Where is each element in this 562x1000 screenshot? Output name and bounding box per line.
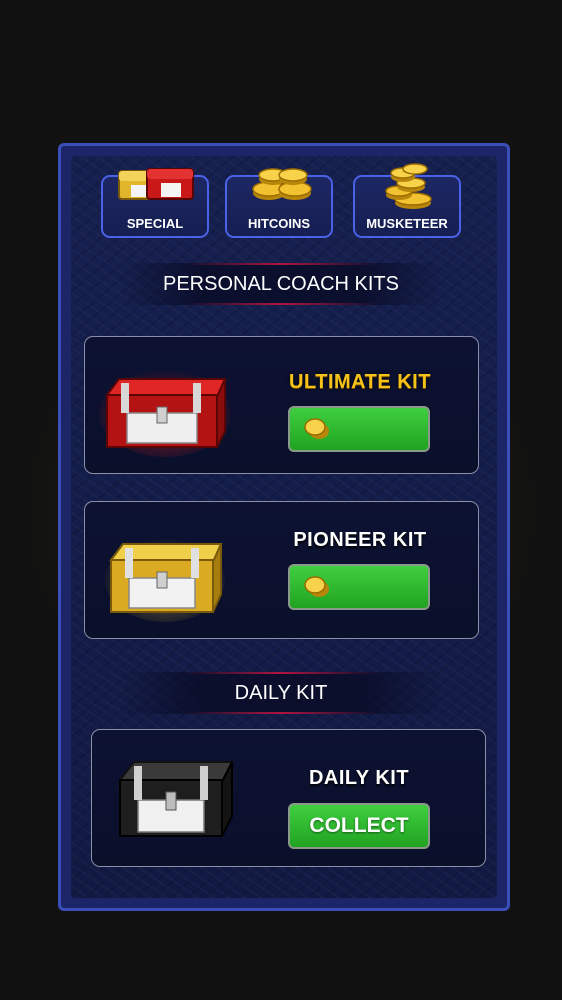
- tab-musketeer[interactable]: MUSKETEER: [353, 163, 461, 238]
- kit-name: ULTIMATE KIT: [289, 371, 431, 393]
- red-chest-icon: [99, 365, 231, 457]
- chests-icon: [117, 163, 197, 207]
- tab-label: SPECIAL: [126, 216, 184, 231]
- tab-label: MUSKETEER: [366, 216, 448, 231]
- collect-button[interactable]: COLLECT: [288, 803, 430, 849]
- silver-chest-icon: [114, 750, 236, 846]
- coin-stack-icon: [385, 161, 435, 209]
- kit-name: PIONEER KIT: [293, 529, 427, 551]
- tab-special[interactable]: SPECIAL: [101, 168, 209, 238]
- tab-hitcoins[interactable]: HITCOINS: [225, 168, 333, 238]
- kit-card-pioneer: PIONEER KIT: [84, 501, 479, 639]
- buy-pioneer-kit-button[interactable]: [288, 564, 430, 610]
- section-title-personal: PERSONAL COACH KITS: [120, 263, 442, 305]
- gold-chest-icon: [105, 532, 227, 622]
- coin-icon: [304, 417, 330, 441]
- coins-icon: [251, 163, 313, 205]
- kit-card-ultimate: ULTIMATE KIT: [84, 336, 479, 474]
- coin-icon: [304, 575, 330, 599]
- buy-ultimate-kit-button[interactable]: [288, 406, 430, 452]
- tab-label: HITCOINS: [247, 216, 311, 231]
- section-title-daily: DAILY KIT: [120, 672, 442, 714]
- kit-card-daily: DAILY KIT COLLECT: [91, 729, 486, 867]
- kit-name: DAILY KIT: [308, 767, 410, 789]
